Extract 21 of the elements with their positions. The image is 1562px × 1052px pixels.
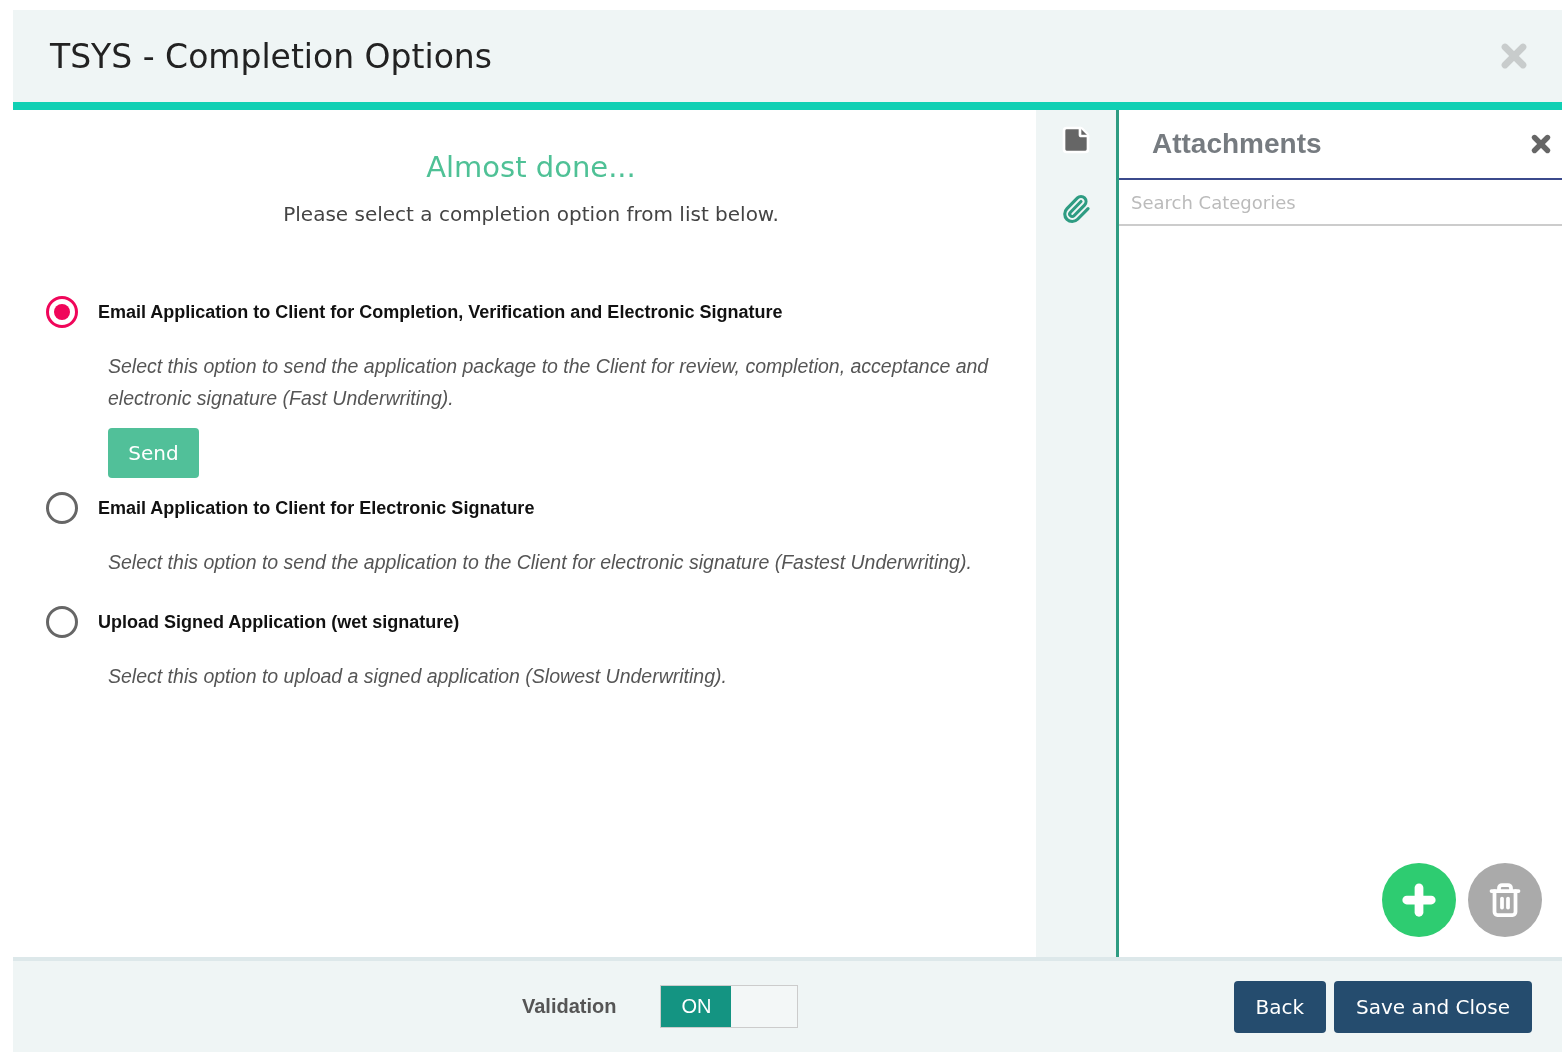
validation-toggle[interactable]: ON: [660, 985, 799, 1028]
option-label: Email Application to Client for Completion, Verification and Electronic Signature: [98, 301, 783, 323]
radio-button[interactable]: [46, 606, 78, 638]
search-field[interactable]: Search Categories: [1119, 178, 1562, 226]
footer-button[interactable]: Save and Close: [1334, 980, 1532, 1033]
paperclip-icon[interactable]: [1061, 194, 1091, 224]
radio-button[interactable]: [46, 296, 78, 328]
option-description: Select this option to send the application package to the Client for review, completion, acceptance and electronic signature (Fast Underwriting).: [108, 354, 990, 411]
heading: Almost done...: [425, 150, 637, 184]
option-label: Upload Signed Application (wet signature): [98, 611, 460, 633]
panel-title: Attachments: [1152, 128, 1322, 160]
subheading: Please select a completion option from list below.: [282, 202, 780, 226]
trash-icon: [1487, 882, 1523, 918]
window-title: TSYS - Completion Options: [50, 36, 492, 76]
option-label: Email Application to Client for Electronic Signature: [98, 497, 535, 519]
option-description: Select this option to upload a signed application (Slowest Underwriting).: [108, 664, 728, 689]
validation-label: Validation: [522, 995, 617, 1018]
option-description: Select this option to send the application to the Client for electronic signature (Fastest Underwriting).: [108, 550, 973, 575]
radio-button[interactable]: [46, 492, 78, 524]
footer-button[interactable]: Back: [1233, 980, 1327, 1033]
note-icon[interactable]: [1060, 124, 1092, 156]
